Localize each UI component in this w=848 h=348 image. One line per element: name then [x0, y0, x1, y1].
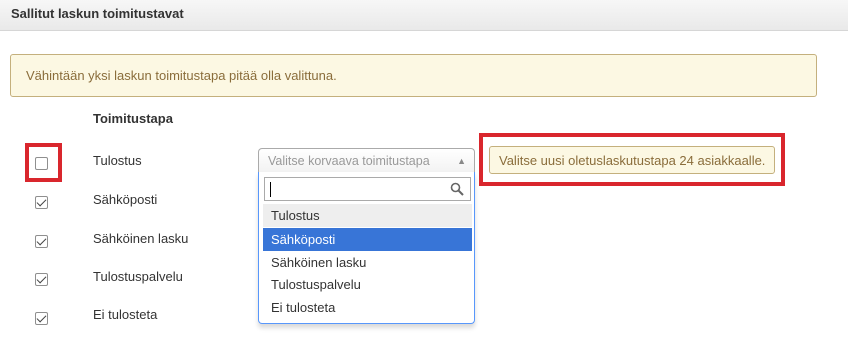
section-header: Sallitut laskun toimitustavat [0, 0, 848, 31]
replacement-method-select[interactable]: Valitse korvaava toimitustapa ▲ [258, 148, 475, 173]
option-tulostuspalvelu[interactable]: Tulostuspalvelu [263, 273, 472, 296]
tooltip-text: Valitse uusi oletuslaskutustapa 24 asiak… [499, 153, 766, 168]
search-icon [450, 182, 464, 196]
section-title: Sallitut laskun toimitustavat [11, 6, 184, 21]
checkbox-tulostus[interactable] [35, 157, 48, 170]
dropdown-search-input[interactable] [264, 177, 471, 201]
row-label-ei-tulosteta: Ei tulosteta [93, 307, 158, 322]
select-dropdown: Tulostus Sähköposti Sähköinen lasku Tulo… [258, 172, 475, 324]
checkbox-sahkoposti[interactable] [35, 196, 48, 209]
checkbox-ei-tulosteta[interactable] [35, 312, 48, 325]
option-ei-tulosteta[interactable]: Ei tulosteta [263, 296, 472, 319]
option-tulostus[interactable]: Tulostus [263, 204, 472, 227]
row-label-sahkoinen-lasku: Sähköinen lasku [93, 231, 189, 246]
row-label-tulostus: Tulostus [93, 153, 142, 168]
warning-alert: Vähintään yksi laskun toimitustapa pitää… [10, 54, 817, 97]
option-sahkoinen-lasku[interactable]: Sähköinen lasku [263, 251, 472, 274]
column-header-delivery-method: Toimitustapa [93, 111, 173, 126]
checkbox-sahkoinen-lasku[interactable] [35, 235, 48, 248]
option-sahkoposti[interactable]: Sähköposti [263, 228, 472, 251]
text-cursor [270, 182, 271, 197]
checkbox-tulostuspalvelu[interactable] [35, 273, 48, 286]
select-placeholder: Valitse korvaava toimitustapa [268, 154, 430, 168]
row-label-sahkoposti: Sähköposti [93, 192, 158, 207]
default-method-tooltip: Valitse uusi oletuslaskutustapa 24 asiak… [489, 146, 775, 174]
warning-alert-text: Vähintään yksi laskun toimitustapa pitää… [26, 68, 337, 83]
caret-up-icon: ▲ [457, 156, 466, 166]
row-label-tulostuspalvelu: Tulostuspalvelu [93, 269, 183, 284]
